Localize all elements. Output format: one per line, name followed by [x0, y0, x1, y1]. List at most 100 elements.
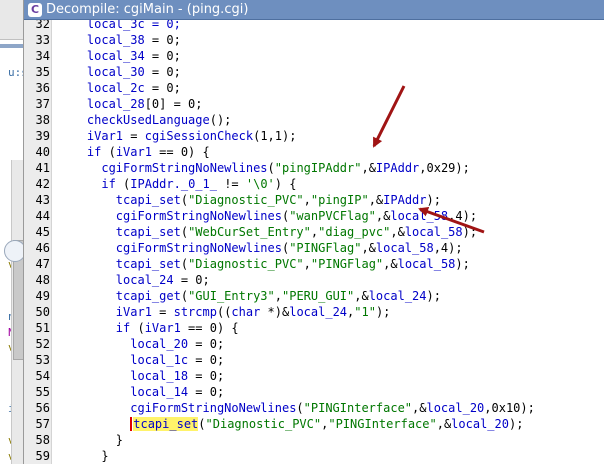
- code-token-str: "Diagnostic_PVC": [205, 417, 322, 431]
- line-number: 43: [35, 193, 50, 207]
- code-token-str: "wanPVCFlag": [289, 209, 376, 223]
- code-text[interactable]: tcapi_set("WebCurSet_Entry","diag_pvc",&…: [58, 224, 477, 240]
- code-text[interactable]: if (IPAddr._0_1_ != '\0') {: [58, 176, 296, 192]
- code-token: (1,1);: [253, 129, 297, 143]
- code-text[interactable]: local_24 = 0;: [58, 272, 210, 288]
- code-line[interactable]: 43 tcapi_set("Diagnostic_PVC","pingIP",&…: [24, 192, 604, 208]
- code-text[interactable]: tcapi_set("Diagnostic_PVC","pingIP",&IPA…: [58, 192, 441, 208]
- code-text[interactable]: local_2c = 0;: [58, 80, 181, 96]
- code-line[interactable]: 34 local_34 = 0;: [24, 48, 604, 64]
- code-line[interactable]: 48 local_24 = 0;: [24, 272, 604, 288]
- code-token: );: [455, 257, 470, 271]
- code-line[interactable]: 38 checkUsedLanguage();: [24, 112, 604, 128]
- line-number: 38: [35, 113, 50, 127]
- code-text[interactable]: }: [58, 432, 123, 448]
- window-titlebar[interactable]: C Decompile: cgiMain - (ping.cgi): [24, 0, 604, 20]
- code-line[interactable]: 46 cgiFormStringNoNewlines("PINGFlag",&l…: [24, 240, 604, 256]
- code-line[interactable]: 57 tcapi_set("Diagnostic_PVC","PINGInter…: [24, 416, 604, 432]
- code-token: ,4);: [448, 209, 478, 223]
- code-text[interactable]: iVar1 = cgiSessionCheck(1,1);: [58, 128, 297, 144]
- code-line[interactable]: 50 iVar1 = strcmp((char *)&local_24,"1")…: [24, 304, 604, 320]
- code-line[interactable]: 41 cgiFormStringNoNewlines("pingIPAddr",…: [24, 160, 604, 176]
- code-line[interactable]: 47 tcapi_set("Diagnostic_PVC","PINGFlag"…: [24, 256, 604, 272]
- code-listing[interactable]: 32 local_3c = 0; 33 local_38 = 0; 34 local…: [24, 20, 604, 464]
- line-number: 32: [35, 20, 50, 31]
- code-text[interactable]: local_14 = 0;: [58, 384, 224, 400]
- code-line[interactable]: 54 local_18 = 0;: [24, 368, 604, 384]
- code-line[interactable]: 49 tcapi_get("GUI_Entry3","PERU_GUI",&lo…: [24, 288, 604, 304]
- line-number: 36: [35, 81, 50, 95]
- code-line[interactable]: 44 cgiFormStringNoNewlines("wanPVCFlag",…: [24, 208, 604, 224]
- code-line[interactable]: 40 if (iVar1 == 0) {: [24, 144, 604, 160]
- decompile-window: C Decompile: cgiMain - (ping.cgi) 32 loc…: [24, 0, 604, 464]
- code-token: ,&: [375, 209, 391, 223]
- code-text[interactable]: if (iVar1 == 0) {: [58, 144, 210, 160]
- code-token-fn: tcapi_set: [115, 225, 181, 239]
- code-token-var: iVar1: [144, 321, 181, 335]
- code-line[interactable]: 42 if (IPAddr._0_1_ != '\0') {: [24, 176, 604, 192]
- code-text[interactable]: local_28[0] = 0;: [58, 96, 203, 112]
- line-number: 52: [35, 337, 50, 351]
- code-line[interactable]: 39 iVar1 = cgiSessionCheck(1,1);: [24, 128, 604, 144]
- code-token-str: "PINGFlag": [289, 241, 362, 255]
- code-line[interactable]: 58 }: [24, 432, 604, 448]
- code-text[interactable]: cgiFormStringNoNewlines("wanPVCFlag",&lo…: [58, 208, 477, 224]
- code-token: ();: [209, 113, 232, 127]
- code-text[interactable]: }: [58, 448, 108, 464]
- code-token: (: [198, 417, 206, 431]
- code-token-str: "Diagnostic_PVC": [188, 193, 304, 207]
- code-text[interactable]: local_38 = 0;: [58, 32, 181, 48]
- code-text[interactable]: tcapi_get("GUI_Entry3","PERU_GUI",&local…: [58, 288, 441, 304]
- code-line[interactable]: 51 if (iVar1 == 0) {: [24, 320, 604, 336]
- code-text[interactable]: iVar1 = strcmp((char *)&local_24,"1");: [58, 304, 391, 320]
- code-token: ,: [274, 289, 282, 303]
- code-text[interactable]: cgiFormStringNoNewlines("PINGInterface",…: [58, 400, 535, 416]
- code-text[interactable]: local_1c = 0;: [58, 352, 224, 368]
- code-line[interactable]: 45 tcapi_set("WebCurSet_Entry","diag_pvc…: [24, 224, 604, 240]
- code-token: (: [180, 289, 189, 303]
- code-line[interactable]: 56 cgiFormStringNoNewlines("PINGInterfac…: [24, 400, 604, 416]
- left-panel-scrollbar[interactable]: [11, 160, 23, 464]
- code-token-str: "PINGFlag": [310, 257, 384, 271]
- code-line[interactable]: 37 local_28[0] = 0;: [24, 96, 604, 112]
- code-line[interactable]: 36 local_2c = 0;: [24, 80, 604, 96]
- code-token-var: local_20: [451, 417, 509, 431]
- code-token: *)&: [260, 305, 290, 319]
- code-token: (: [180, 257, 189, 271]
- code-token: ,0x29);: [419, 161, 470, 175]
- code-text[interactable]: local_3c = 0;: [58, 20, 181, 32]
- code-text[interactable]: checkUsedLanguage();: [58, 112, 232, 128]
- code-line[interactable]: 35 local_30 = 0;: [24, 64, 604, 80]
- code-token-var: local_24: [368, 289, 427, 303]
- code-text[interactable]: tcapi_set("Diagnostic_PVC","PINGInterfac…: [58, 416, 523, 432]
- code-token-fn: cgiFormStringNoNewlines: [130, 401, 297, 415]
- code-token-var: iVar1: [86, 129, 124, 143]
- code-text[interactable]: if (iVar1 == 0) {: [58, 320, 239, 336]
- code-text[interactable]: local_20 = 0;: [58, 336, 224, 352]
- code-text[interactable]: tcapi_set("Diagnostic_PVC","PINGFlag",&l…: [58, 256, 470, 272]
- left-panel-zoom-knob[interactable]: [4, 240, 23, 262]
- code-text[interactable]: local_30 = 0;: [58, 64, 181, 80]
- code-text[interactable]: local_34 = 0;: [58, 48, 181, 64]
- code-line[interactable]: 52 local_20 = 0;: [24, 336, 604, 352]
- code-line[interactable]: 53 local_1c = 0;: [24, 352, 604, 368]
- code-token: );: [426, 289, 441, 303]
- code-token-var: local_58: [390, 209, 449, 223]
- code-text[interactable]: cgiFormStringNoNewlines("PINGFlag",&loca…: [58, 240, 463, 256]
- code-token-str: "diag_pvc": [318, 225, 391, 239]
- code-token: (: [296, 401, 304, 415]
- code-token: == 0) {: [180, 321, 239, 335]
- code-token: = 0;: [144, 81, 181, 95]
- code-text[interactable]: cgiFormStringNoNewlines("pingIPAddr",&IP…: [58, 160, 470, 176]
- code-line[interactable]: 33 local_38 = 0;: [24, 32, 604, 48]
- code-token-str: "PINGInterface": [303, 401, 413, 415]
- code-token: = 0;: [188, 369, 225, 383]
- code-line[interactable]: 32 local_3c = 0;: [24, 20, 604, 32]
- code-line[interactable]: 55 local_14 = 0;: [24, 384, 604, 400]
- code-line[interactable]: 59 }: [24, 448, 604, 464]
- code-text[interactable]: local_18 = 0;: [58, 368, 224, 384]
- code-token-var: local_34: [86, 49, 145, 63]
